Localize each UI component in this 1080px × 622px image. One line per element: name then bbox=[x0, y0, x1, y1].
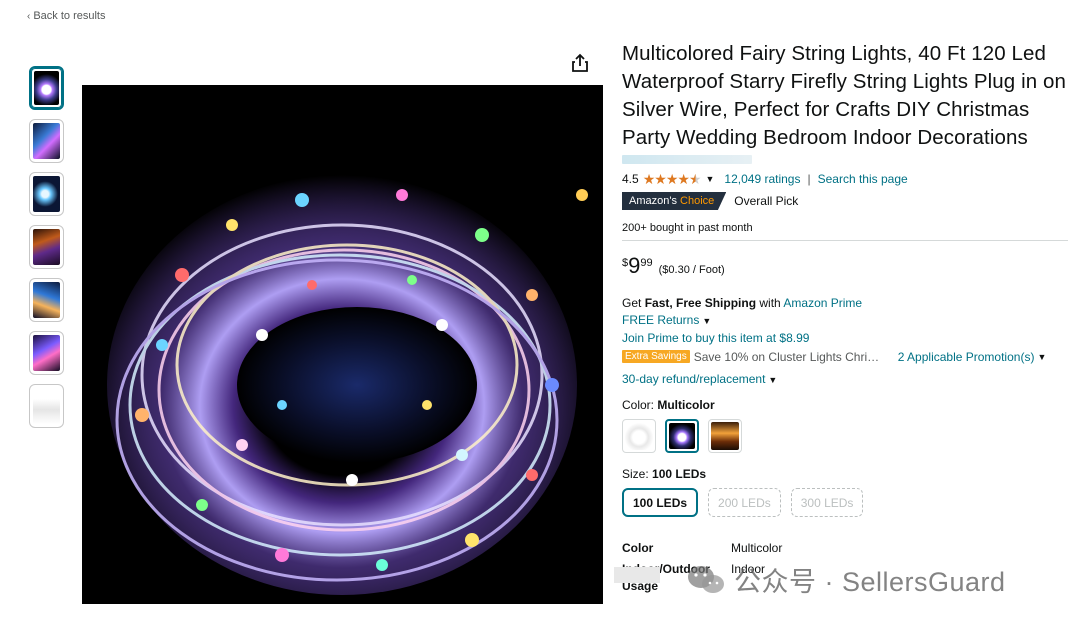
badge-prefix: Amazon's bbox=[629, 195, 681, 207]
chevron-down-icon[interactable]: ▼ bbox=[706, 174, 715, 184]
thumbnail-3[interactable] bbox=[29, 172, 64, 216]
star-rating-icon[interactable]: ★ ★ ★ ★ ★ bbox=[643, 172, 702, 186]
product-title: Multicolored Fairy String Lights, 40 Ft … bbox=[622, 42, 1067, 149]
main-product-image[interactable] bbox=[82, 85, 603, 604]
amazon-prime-link[interactable]: Amazon Prime bbox=[783, 296, 862, 310]
watermark: 公众号 · SellersGuard bbox=[686, 560, 1006, 599]
separator: | bbox=[807, 172, 811, 186]
thumbnail-image bbox=[33, 229, 60, 265]
thumbnail-image bbox=[33, 176, 60, 212]
amazons-choice-badge[interactable]: Amazon's Choice bbox=[622, 192, 727, 210]
bought-in-past-month: 200+ bought in past month bbox=[622, 222, 753, 234]
share-icon[interactable] bbox=[569, 52, 591, 74]
applicable-promotions-link[interactable]: 2 Applicable Promotion(s) bbox=[898, 350, 1035, 364]
swatch-image bbox=[669, 423, 695, 449]
free-returns-row[interactable]: FREE Returns ▼ bbox=[622, 312, 1070, 330]
product-details: Multicolored Fairy String Lights, 40 Ft … bbox=[622, 40, 1070, 599]
thumbnail-7[interactable] bbox=[29, 384, 64, 428]
size-label-prefix: Size: bbox=[622, 467, 653, 481]
color-swatch-warm-white[interactable] bbox=[708, 419, 742, 453]
thumbnail-image bbox=[34, 71, 59, 105]
color-label-prefix: Color: bbox=[622, 398, 658, 412]
unit-price: ($0.30 / Foot) bbox=[658, 264, 725, 276]
back-to-results-link[interactable]: ‹ Back to results bbox=[27, 10, 105, 22]
thumbnail-6[interactable] bbox=[29, 331, 64, 375]
promotion-text: Save 10% on Cluster Lights Chris… bbox=[693, 349, 884, 364]
refund-link[interactable]: 30-day refund/replacement bbox=[622, 372, 765, 386]
promotion-row: Extra Savings Save 10% on Cluster Lights… bbox=[622, 347, 1070, 366]
size-option-200[interactable]: 200 LEDs bbox=[708, 488, 781, 517]
refund-row[interactable]: 30-day refund/replacement ▼ bbox=[622, 371, 1070, 389]
shipping-prefix: Get bbox=[622, 296, 645, 310]
price-whole: 9 bbox=[628, 253, 641, 278]
store-link-redacted[interactable] bbox=[622, 155, 752, 164]
free-returns-link[interactable]: FREE Returns bbox=[622, 313, 699, 327]
divider bbox=[622, 240, 1068, 241]
size-option-300[interactable]: 300 LEDs bbox=[790, 488, 864, 517]
spec-value: Multicolor bbox=[731, 541, 783, 555]
swatch-image bbox=[711, 422, 739, 450]
thumbnail-4[interactable] bbox=[29, 225, 64, 269]
thumbnail-5[interactable] bbox=[29, 278, 64, 322]
thumbnail-image bbox=[33, 335, 60, 371]
thumbnail-2[interactable] bbox=[29, 119, 64, 163]
thumbnail-image bbox=[33, 123, 60, 159]
join-prime-link[interactable]: Join Prime to buy this item at $8.99 bbox=[622, 331, 809, 345]
thumbnail-1[interactable] bbox=[29, 66, 64, 110]
rating-row: 4.5 ★ ★ ★ ★ ★ ▼ 12,049 ratings | Search this… bbox=[622, 170, 1070, 188]
chevron-down-icon[interactable]: ▼ bbox=[702, 316, 711, 326]
thumbnail-image bbox=[33, 282, 60, 318]
price: $ 9 99 ($0.30 / Foot) bbox=[622, 255, 1070, 281]
color-swatches bbox=[622, 419, 1070, 453]
color-swatch-white[interactable] bbox=[622, 419, 656, 453]
watermark-text: 公众号 · SellersGuard bbox=[734, 567, 1006, 597]
chevron-down-icon[interactable]: ▼ bbox=[1037, 352, 1046, 362]
search-this-page-link[interactable]: Search this page bbox=[818, 172, 908, 186]
rating-value: 4.5 bbox=[622, 172, 639, 186]
size-options: 100 LEDs 200 LEDs 300 LEDs bbox=[622, 488, 1070, 517]
thumbnail-strip bbox=[29, 66, 66, 437]
spec-row: Color Multicolor bbox=[622, 540, 1070, 557]
size-selected-value: 100 LEDs bbox=[652, 467, 707, 481]
badge-choice: Choice bbox=[680, 195, 715, 207]
shipping-bold: Fast, Free Shipping bbox=[644, 296, 757, 310]
extra-savings-badge: Extra Savings bbox=[622, 350, 690, 363]
color-selected-value: Multicolor bbox=[657, 398, 715, 412]
chevron-left-icon: ‹ bbox=[27, 11, 31, 22]
shipping-line: Get Fast, Free Shipping with Amazon Prim… bbox=[622, 295, 1070, 312]
wechat-icon bbox=[688, 565, 724, 593]
color-selection-label: Color: Multicolor bbox=[622, 398, 1070, 412]
swatch-image bbox=[625, 422, 653, 450]
ratings-count-link[interactable]: 12,049 ratings bbox=[724, 172, 800, 186]
overall-pick-label: Overall Pick bbox=[734, 194, 799, 208]
size-selection-label: Size: 100 LEDs bbox=[622, 467, 1070, 481]
price-fraction: 99 bbox=[640, 257, 653, 269]
join-prime-row: Join Prime to buy this item at $8.99 bbox=[622, 330, 1070, 347]
thumbnail-image bbox=[33, 388, 60, 424]
chevron-down-icon[interactable]: ▼ bbox=[768, 375, 777, 385]
spec-key: Color bbox=[622, 541, 654, 555]
redacted-box bbox=[614, 567, 660, 583]
amazons-choice-row: Amazon's Choice Overall Pick bbox=[622, 192, 1070, 210]
size-option-100[interactable]: 100 LEDs bbox=[622, 488, 699, 517]
back-to-results-label: Back to results bbox=[33, 10, 106, 22]
shipping-mid: with bbox=[756, 296, 784, 310]
color-swatch-multicolor[interactable] bbox=[665, 419, 699, 453]
